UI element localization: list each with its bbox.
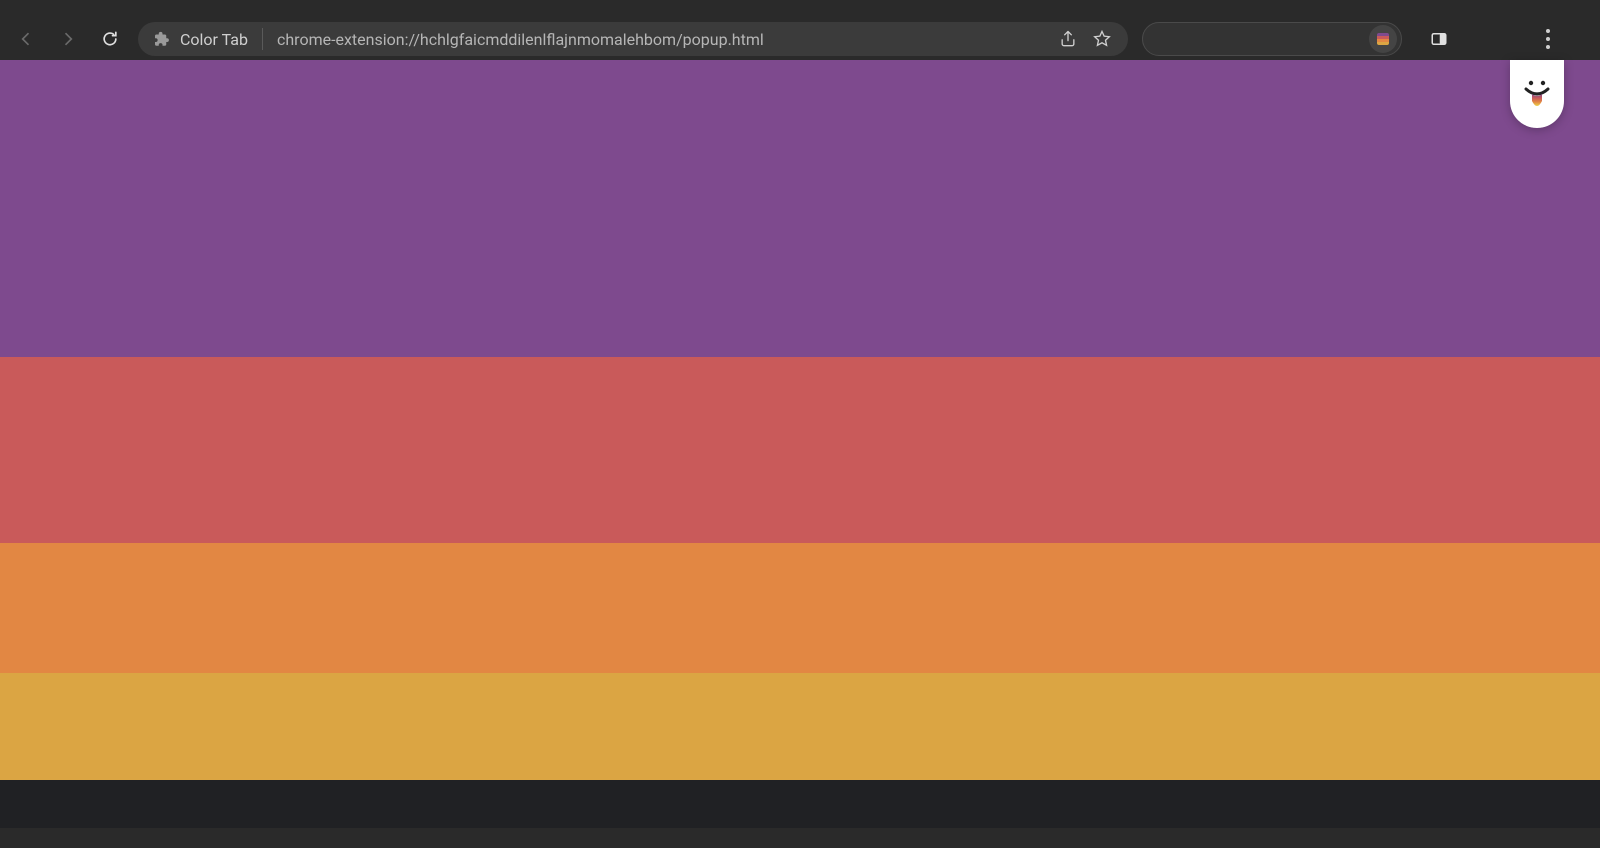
browser-toolbar: Color Tab chrome-extension://hchlgfaicmd… [0, 18, 1600, 60]
reload-icon [100, 29, 120, 49]
forward-arrow-icon [58, 29, 78, 49]
back-button[interactable] [8, 21, 44, 57]
extension-icon [152, 30, 170, 48]
side-panel-button[interactable] [1420, 20, 1458, 58]
window-titlebar-strip [0, 0, 1600, 18]
bookmark-star-icon[interactable] [1092, 29, 1112, 49]
colortab-extension-icon [1377, 33, 1389, 45]
palette-stripe-3[interactable] [0, 543, 1600, 673]
extensions-pill[interactable] [1142, 22, 1402, 56]
kebab-menu-icon [1546, 29, 1550, 49]
bottom-taskbar-strip [0, 828, 1600, 848]
profile-avatar[interactable] [1474, 23, 1506, 55]
palette-stripe-4[interactable] [0, 673, 1600, 780]
palette-stripe-1[interactable] [0, 60, 1600, 357]
active-extension-chip[interactable] [1369, 25, 1397, 53]
share-icon[interactable] [1058, 29, 1078, 49]
address-separator [262, 28, 263, 50]
palette-stripe-2[interactable] [0, 357, 1600, 543]
forward-button[interactable] [50, 21, 86, 57]
colorhunt-peek-tab[interactable] [1510, 60, 1564, 128]
url-text: chrome-extension://hchlgfaicmddilenlflaj… [277, 30, 1048, 49]
extension-label: Color Tab [180, 30, 248, 49]
colorhunt-logo-icon [1522, 77, 1552, 111]
page-content [0, 60, 1600, 828]
back-arrow-icon [16, 29, 36, 49]
color-palette [0, 60, 1600, 780]
address-bar-actions [1058, 29, 1120, 49]
reload-button[interactable] [92, 21, 128, 57]
address-bar[interactable]: Color Tab chrome-extension://hchlgfaicmd… [138, 22, 1128, 56]
browser-menu-button[interactable] [1530, 21, 1566, 57]
side-panel-icon [1430, 30, 1448, 48]
